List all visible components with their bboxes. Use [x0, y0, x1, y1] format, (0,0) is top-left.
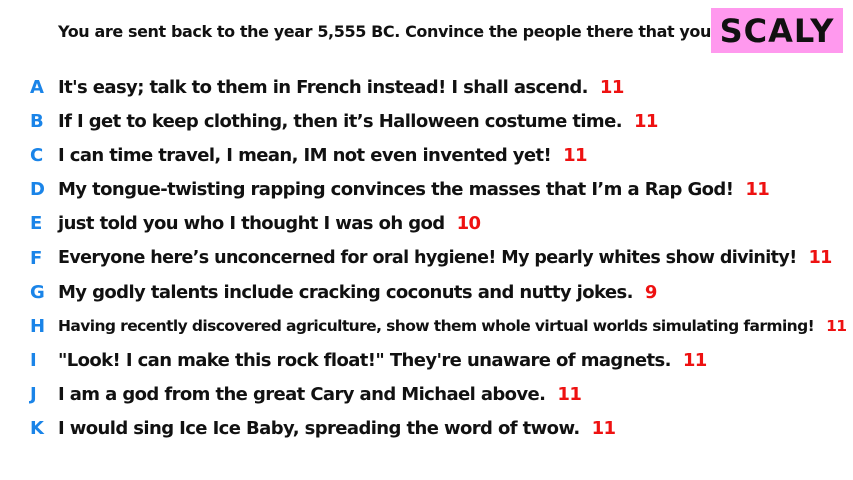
list-item: D My tongue-twisting rapping convinces t… — [0, 173, 853, 207]
list-item: E just told you who I thought I was oh g… — [0, 207, 853, 241]
answer-text: It's easy; talk to them in French instea… — [58, 76, 588, 98]
answer-text: I can time travel, I mean, IM not even i… — [58, 144, 552, 166]
answer-letter: I — [30, 350, 37, 372]
answer-text: My tongue-twisting rapping convinces the… — [58, 179, 734, 201]
answer-score: 11 — [808, 248, 833, 269]
answer-letter: K — [30, 418, 44, 440]
list-item: A It's easy; talk to them in French inst… — [0, 70, 853, 104]
answer-score: 11 — [633, 110, 658, 132]
answer-line: My godly talents include cracking coconu… — [58, 282, 657, 303]
answer-text: Everyone here’s unconcerned for oral hyg… — [58, 248, 797, 269]
list-item: I "Look! I can make this rock float!" Th… — [0, 344, 853, 378]
answer-text: just told you who I thought I was oh god — [58, 213, 445, 235]
answer-text: If I get to keep clothing, then it’s Hal… — [58, 110, 623, 132]
answer-line: "Look! I can make this rock float!" They… — [58, 350, 707, 371]
badge: SCALY — [711, 8, 843, 53]
answer-letter: A — [30, 76, 44, 98]
answer-letter: J — [30, 384, 37, 406]
answer-text: Having recently discovered agriculture, … — [58, 317, 815, 336]
answer-letter: E — [30, 213, 43, 235]
answer-score: 11 — [599, 76, 624, 98]
list-item: J I am a god from the great Cary and Mic… — [0, 378, 853, 412]
answer-letter: C — [30, 144, 44, 166]
answer-score: 11 — [745, 179, 770, 201]
list-item: C I can time travel, I mean, IM not even… — [0, 138, 853, 172]
answer-line: I would sing Ice Ice Baby, spreading the… — [58, 418, 616, 440]
prompt-text: You are sent back to the year 5,555 BC. … — [58, 22, 793, 41]
list-item: H Having recently discovered agriculture… — [0, 309, 853, 343]
answer-score: 11 — [682, 350, 707, 372]
answer-score: 11 — [826, 317, 847, 336]
answer-text: My godly talents include cracking coconu… — [58, 281, 633, 303]
answer-line: My tongue-twisting rapping convinces the… — [58, 179, 770, 201]
answer-letter: D — [30, 179, 45, 201]
answer-score: 9 — [644, 281, 658, 303]
answer-score: 11 — [563, 144, 587, 166]
answer-letter: G — [30, 281, 45, 303]
answer-line: I am a god from the great Cary and Micha… — [58, 384, 582, 406]
answer-line: Having recently discovered agriculture, … — [58, 317, 847, 336]
answer-line: It's easy; talk to them in French instea… — [58, 77, 624, 98]
answer-line: If I get to keep clothing, then it’s Hal… — [58, 111, 658, 132]
answer-line: just told you who I thought I was oh god… — [58, 213, 481, 235]
answer-letter: B — [30, 110, 44, 132]
answer-text: "Look! I can make this rock float!" They… — [58, 350, 671, 372]
answer-line: I can time travel, I mean, IM not even i… — [58, 144, 588, 166]
answer-letter: F — [30, 247, 43, 269]
list-item: K I would sing Ice Ice Baby, spreading t… — [0, 412, 853, 446]
answer-line: Everyone here’s unconcerned for oral hyg… — [58, 248, 832, 268]
answer-text: I am a god from the great Cary and Micha… — [58, 384, 546, 406]
answer-score: 11 — [591, 418, 616, 440]
list-item: G My godly talents include cracking coco… — [0, 275, 853, 309]
answer-score: 11 — [557, 384, 582, 406]
answer-list: A It's easy; talk to them in French inst… — [0, 70, 853, 446]
answer-text: I would sing Ice Ice Baby, spreading the… — [58, 418, 580, 440]
list-item: B If I get to keep clothing, then it’s H… — [0, 104, 853, 138]
answer-letter: H — [30, 315, 46, 337]
list-item: F Everyone here’s unconcerned for oral h… — [0, 241, 853, 275]
answer-score: 10 — [456, 213, 481, 235]
